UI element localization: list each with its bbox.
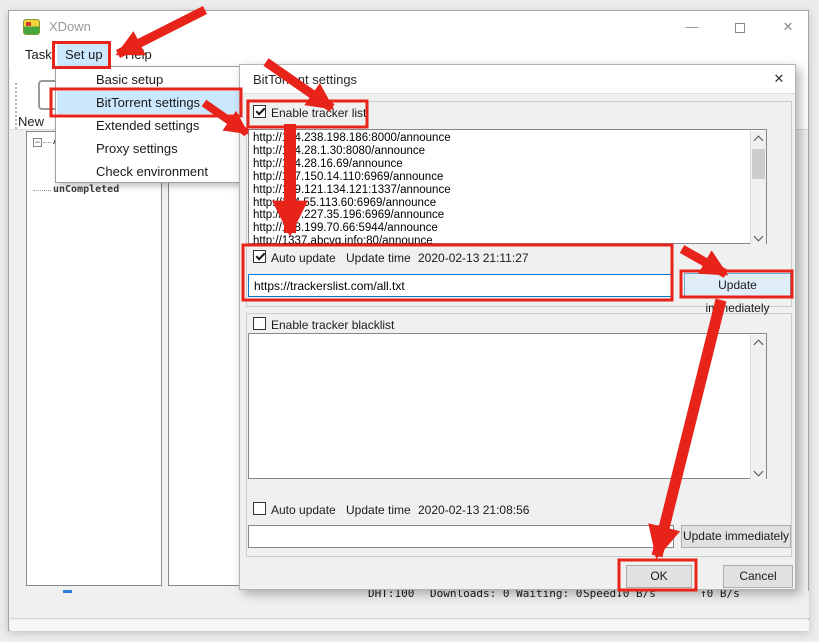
minimize-icon[interactable]: — (669, 11, 715, 43)
update-immediately-button-1[interactable]: Update immediately (684, 273, 791, 298)
toolbar-grip-handle[interactable] (15, 83, 17, 129)
maximize-icon[interactable] (717, 11, 763, 43)
update-immediately-button-2[interactable]: Update immediately (681, 525, 791, 548)
menu-setup[interactable]: Set up (57, 44, 111, 66)
menu-help[interactable]: Help (117, 44, 160, 66)
screen: XDown — ✕ Task Set up Help New − All unC… (0, 0, 819, 642)
dialog-title: BitTorrent settings (253, 72, 357, 87)
dialog-close-icon[interactable]: ✕ (763, 65, 795, 93)
scroll-down-icon[interactable] (754, 232, 764, 242)
ok-button[interactable]: OK (626, 565, 692, 588)
blacklist-url-input[interactable] (248, 525, 674, 548)
title-bar: XDown — ✕ (9, 11, 808, 43)
new-task-button[interactable]: New (18, 114, 44, 129)
setup-dropdown-menu: Basic setup BitTorrent settings Extended… (55, 66, 241, 183)
auto-update-checkbox-2[interactable] (253, 502, 266, 515)
close-icon[interactable]: ✕ (765, 11, 811, 43)
enable-tracker-blacklist-checkbox[interactable] (253, 317, 266, 330)
window-title: XDown (49, 19, 91, 34)
menu-item-check-environment[interactable]: Check environment (57, 160, 240, 183)
tracker-blacklist-textarea[interactable] (248, 333, 767, 479)
tracker-url-input[interactable]: https://trackerslist.com/all.txt (248, 274, 672, 297)
blacklist-scrollbar[interactable] (750, 335, 766, 479)
dialog-title-bar: BitTorrent settings ✕ (240, 65, 795, 94)
tracker-list-content: http://104.238.198.186:8000/announce htt… (253, 132, 451, 245)
update-time-label-1: Update time (346, 251, 411, 265)
menu-item-basic-setup[interactable]: Basic setup (57, 68, 240, 91)
splitter-handle[interactable] (63, 590, 72, 593)
menu-item-bittorrent-settings[interactable]: BitTorrent settings (57, 91, 240, 114)
scroll-up-icon[interactable] (754, 136, 764, 146)
enable-tracker-blacklist-label: Enable tracker blacklist (271, 318, 394, 332)
auto-update-label-2: Auto update (271, 503, 336, 517)
bittorrent-settings-dialog: BitTorrent settings ✕ Enable tracker lis… (239, 64, 796, 590)
enable-tracker-list-label: Enable tracker list (271, 106, 366, 120)
scroll-up-icon[interactable] (754, 340, 764, 350)
tree-item-uncompleted[interactable]: unCompleted (53, 184, 119, 195)
tree-connector (43, 142, 51, 143)
enable-tracker-list-checkbox[interactable] (253, 105, 266, 118)
update-time-value-1: 2020-02-13 21:11:27 (418, 251, 529, 265)
auto-update-label-1: Auto update (271, 251, 336, 265)
scrollbar-thumb[interactable] (752, 149, 765, 179)
category-tree-panel: − All unCompleted (26, 131, 162, 586)
app-icon (23, 19, 40, 35)
tree-connector (33, 190, 51, 191)
menu-task[interactable]: Task (17, 44, 60, 66)
tracker-list-textarea[interactable]: http://104.238.198.186:8000/announce htt… (248, 129, 767, 244)
scroll-down-icon[interactable] (754, 467, 764, 477)
auto-update-checkbox-1[interactable] (253, 250, 266, 263)
cancel-button[interactable]: Cancel (723, 565, 793, 588)
status-bar-lower-strip (10, 620, 809, 631)
task-list-panel (168, 131, 247, 586)
update-time-value-2: 2020-02-13 21:08:56 (418, 503, 529, 517)
tree-collapse-icon[interactable]: − (33, 138, 42, 147)
tracker-list-scrollbar[interactable] (750, 131, 766, 244)
menu-item-extended-settings[interactable]: Extended settings (57, 114, 240, 137)
menu-item-proxy-settings[interactable]: Proxy settings (57, 137, 240, 160)
update-time-label-2: Update time (346, 503, 411, 517)
